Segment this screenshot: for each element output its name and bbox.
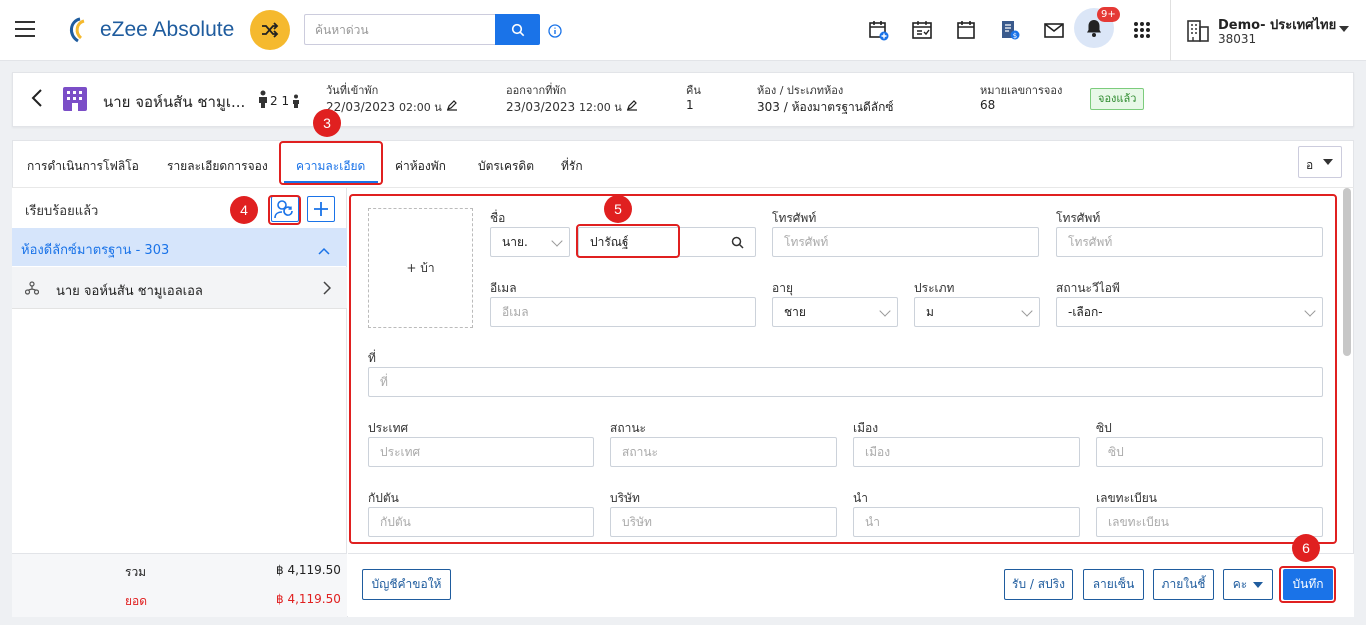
form-scrollbar[interactable]	[1343, 188, 1351, 356]
caret-down-icon	[1253, 581, 1264, 588]
step-marker-6: 6	[1292, 534, 1320, 562]
checkin-time: 02:00 น	[399, 101, 442, 114]
checkin-label: วันที่เข้าพัก	[326, 84, 379, 97]
reservation-number-label: หมายเลขการจอง	[980, 84, 1063, 97]
highlight-lookup	[268, 195, 301, 225]
reservation-number: 68	[980, 98, 996, 112]
room-value: 303 / ห้องมาตรฐานดีลักซ์	[757, 100, 894, 114]
step-marker-3: 3	[313, 109, 341, 137]
logo-text: eZee Absolute	[100, 18, 235, 41]
search-input[interactable]	[304, 14, 495, 45]
mail-icon[interactable]	[1042, 18, 1066, 42]
guest-tree-icon	[24, 281, 40, 299]
adult-icon	[259, 90, 267, 108]
balance-value: ฿ 4,119.50	[276, 592, 341, 606]
checkout-time: 12:00 น	[579, 101, 622, 114]
balance-label: ยอด	[125, 594, 148, 608]
request-account-button[interactable]: บัญชีคำขอให้	[362, 569, 451, 600]
step-marker-5: 5	[604, 195, 632, 223]
nights-value: 1	[686, 98, 694, 112]
child-icon	[293, 94, 300, 108]
header-divider	[1170, 0, 1171, 61]
tab-folio-operations[interactable]: การดำเนินการโฟลิโอ	[27, 157, 139, 176]
info-icon[interactable]	[548, 24, 562, 42]
more-dropdown-button[interactable]: คะ	[1223, 569, 1273, 600]
checkin-calendar-icon[interactable]	[910, 18, 934, 42]
step-marker-4: 4	[230, 196, 258, 224]
tab-booking-details[interactable]: รายละเอียดการจอง	[167, 157, 268, 176]
options-select-value: อ	[1306, 158, 1314, 172]
checkout-value[interactable]: 23/03/2023 12:00 น	[506, 98, 638, 116]
pax-text: 2 1	[270, 94, 290, 108]
highlight-name	[576, 224, 680, 258]
checkin-swap-button[interactable]: รับ / สปริง	[1004, 569, 1073, 600]
ezee-logo-icon	[70, 17, 85, 43]
edit-pencil-icon[interactable]	[446, 99, 458, 111]
nights-label: คืน	[686, 84, 701, 97]
building-icon	[1186, 17, 1210, 47]
add-booking-calendar-icon[interactable]	[866, 18, 890, 42]
calendar-icon[interactable]	[954, 18, 978, 42]
chevron-up-icon[interactable]	[318, 244, 330, 259]
search-icon	[511, 23, 524, 36]
billing-icon[interactable]: $	[998, 18, 1022, 42]
room-label: ห้อง / ประเภทห้อง	[757, 84, 844, 97]
total-label: รวม	[125, 565, 147, 579]
signature-button[interactable]: ลายเซ็น	[1083, 569, 1144, 600]
notification-badge: 9+	[1097, 7, 1120, 22]
edit-pencil-icon[interactable]	[626, 99, 638, 111]
status-badge: จองแล้ว	[1090, 88, 1145, 110]
shuffle-icon	[262, 22, 279, 38]
highlight-tab	[279, 141, 383, 185]
add-guest-button[interactable]	[307, 196, 335, 222]
checkout-date: 23/03/2023	[506, 100, 576, 114]
hamburger-menu-icon[interactable]	[15, 21, 35, 37]
highlight-save	[1279, 566, 1336, 603]
tab-preferences[interactable]: ที่รัก	[561, 157, 583, 176]
checkout-label: ออกจากที่พัก	[506, 84, 567, 97]
options-select[interactable]: อ	[1298, 146, 1342, 178]
more-label: คะ	[1232, 577, 1248, 591]
pax-count: 2 1	[258, 90, 301, 108]
hotel-room-icon	[62, 86, 88, 115]
later-button[interactable]: ภายในชี้	[1153, 569, 1214, 600]
highlight-form	[349, 194, 1337, 544]
tab-room-charges[interactable]: ค่าห้องพัก	[395, 157, 446, 176]
room-group-label: ห้องดีลักซ์มาตรฐาน - 303	[21, 243, 170, 258]
plus-icon	[314, 202, 328, 216]
back-icon[interactable]	[30, 88, 44, 111]
svg-text:$: $	[1013, 32, 1017, 40]
checkin-value[interactable]: 22/03/2023 02:00 น	[326, 98, 458, 116]
chevron-right-icon[interactable]	[323, 281, 332, 299]
total-value: ฿ 4,119.50	[276, 563, 341, 577]
guest-list-name: นาย จอห์นสัน ชามูเอลเอล	[56, 284, 203, 299]
guest-name: นาย จอห์นสัน ชามูเ...	[103, 93, 246, 111]
apps-grid-icon[interactable]	[1130, 18, 1154, 42]
app-logo[interactable]: eZee Absolute	[66, 17, 234, 43]
hotel-id: 38031	[1218, 32, 1257, 46]
caret-down-icon	[1323, 159, 1333, 165]
hotel-dropdown-icon[interactable]	[1339, 26, 1349, 32]
tab-credit-card[interactable]: บัตรเครดิต	[478, 157, 534, 176]
guest-list-heading: เรียบร้อยแล้ว	[25, 204, 99, 219]
search-button[interactable]	[495, 14, 540, 45]
shuffle-button[interactable]	[250, 10, 290, 50]
